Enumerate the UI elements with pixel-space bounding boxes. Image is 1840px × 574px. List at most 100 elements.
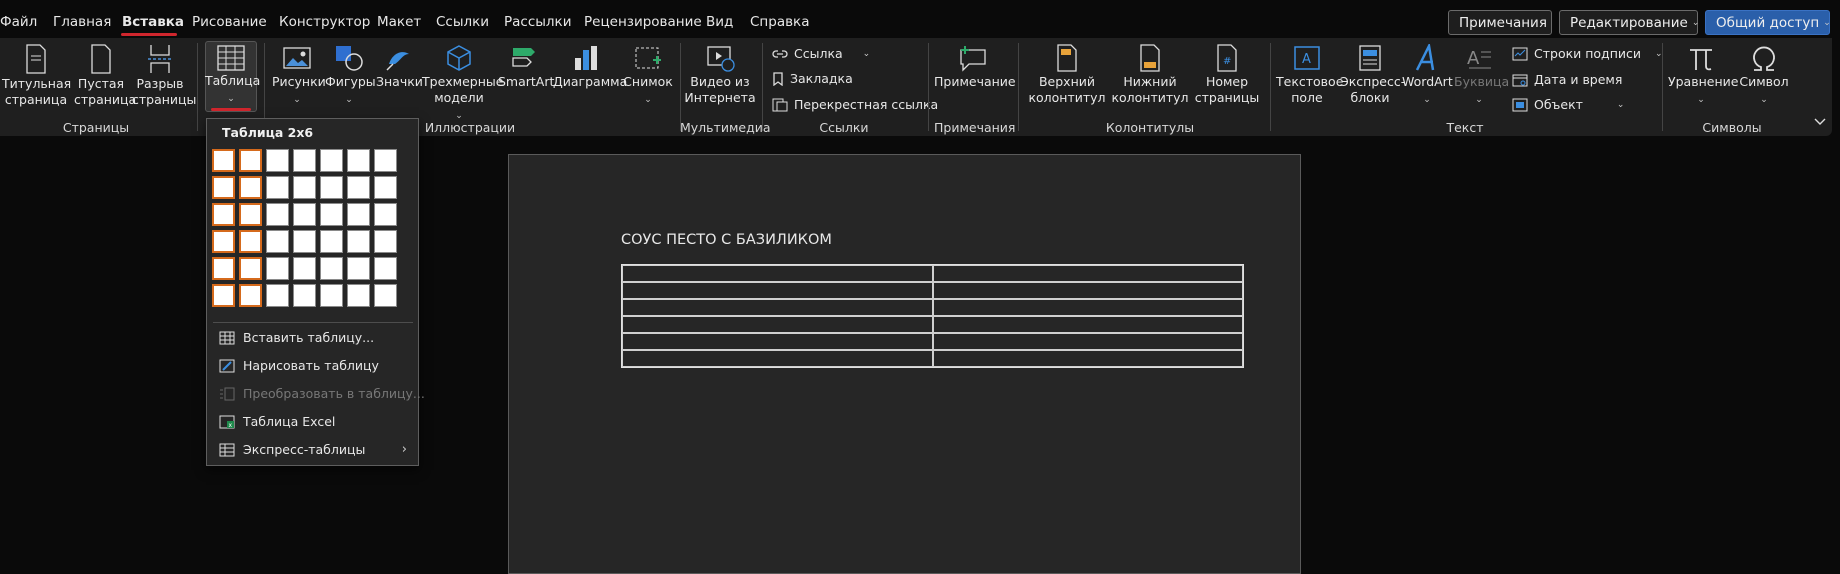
draw-table-menu-item[interactable]: Нарисовать таблицу	[219, 358, 379, 373]
excel-table-menu-item[interactable]: x Таблица Excel	[219, 414, 335, 429]
grid-cell[interactable]	[212, 230, 235, 253]
grid-cell[interactable]	[239, 203, 262, 226]
chart-button[interactable]: Диаграмма	[553, 44, 627, 90]
grid-cell[interactable]	[320, 257, 343, 280]
grid-cell[interactable]	[374, 284, 397, 307]
bookmark-button[interactable]: Закладка	[772, 71, 853, 86]
grid-cell[interactable]	[347, 257, 370, 280]
signature-line-button[interactable]: Строки подписи ⌄	[1512, 46, 1663, 61]
grid-cell[interactable]	[266, 257, 289, 280]
grid-cell[interactable]	[374, 230, 397, 253]
symbol-button[interactable]: Символ ⌄	[1736, 44, 1792, 108]
grid-cell[interactable]	[374, 257, 397, 280]
grid-cell[interactable]	[212, 149, 235, 172]
grid-cell[interactable]	[266, 149, 289, 172]
icons-button[interactable]: Значки	[376, 44, 423, 90]
table-cell[interactable]	[932, 333, 1243, 350]
tab-layout[interactable]: Макет	[377, 14, 421, 30]
grid-cell[interactable]	[212, 176, 235, 199]
smartart-button[interactable]: SmartArt	[498, 44, 554, 90]
grid-cell[interactable]	[239, 230, 262, 253]
grid-cell[interactable]	[320, 149, 343, 172]
grid-cell[interactable]	[320, 203, 343, 226]
grid-cell[interactable]	[266, 176, 289, 199]
tab-file[interactable]: Файл	[0, 14, 37, 30]
document-table[interactable]	[621, 264, 1244, 368]
grid-cell[interactable]	[293, 149, 316, 172]
tab-mailings[interactable]: Рассылки	[504, 14, 571, 30]
quick-parts-button[interactable]: Экспресс-блоки	[1340, 44, 1405, 106]
grid-cell[interactable]	[239, 284, 262, 307]
tab-draw[interactable]: Рисование	[192, 14, 267, 30]
table-cell[interactable]	[622, 299, 933, 316]
table-cell[interactable]	[932, 282, 1243, 299]
date-time-button[interactable]: Дата и время	[1512, 72, 1622, 87]
wordart-button[interactable]: WordArt ⌄	[1402, 44, 1453, 108]
editing-mode-button[interactable]: Редактирование ⌄	[1559, 10, 1699, 35]
shapes-button[interactable]: Фигуры ⌄	[325, 44, 376, 108]
grid-cell[interactable]	[347, 230, 370, 253]
grid-cell[interactable]	[320, 176, 343, 199]
grid-cell[interactable]	[293, 176, 316, 199]
table-cell[interactable]	[932, 265, 1243, 282]
table-size-grid[interactable]	[212, 149, 397, 307]
grid-cell[interactable]	[239, 257, 262, 280]
grid-cell[interactable]	[239, 176, 262, 199]
document-heading[interactable]: СОУС ПЕСТО С БАЗИЛИКОМ	[621, 232, 832, 248]
grid-cell[interactable]	[374, 203, 397, 226]
object-button[interactable]: Объект ⌄	[1512, 97, 1624, 112]
pictures-button[interactable]: Рисунки ⌄	[272, 44, 326, 108]
table-cell[interactable]	[622, 282, 933, 299]
collapse-ribbon-button[interactable]	[1812, 114, 1828, 130]
grid-cell[interactable]	[347, 176, 370, 199]
grid-cell[interactable]	[374, 149, 397, 172]
tab-review[interactable]: Рецензирование	[584, 14, 702, 30]
grid-cell[interactable]	[320, 230, 343, 253]
grid-cell[interactable]	[266, 203, 289, 226]
grid-cell[interactable]	[293, 203, 316, 226]
equation-button[interactable]: Уравнение ⌄	[1668, 44, 1738, 108]
table-cell[interactable]	[622, 265, 933, 282]
tab-references[interactable]: Ссылки	[436, 14, 489, 30]
grid-cell[interactable]	[266, 230, 289, 253]
tab-design[interactable]: Конструктор	[279, 14, 370, 30]
grid-cell[interactable]	[293, 230, 316, 253]
new-comment-button[interactable]: Примечание	[934, 44, 1016, 90]
comments-button[interactable]: Примечания	[1448, 10, 1552, 35]
text-box-button[interactable]: A Текстовое поле	[1276, 44, 1343, 106]
grid-cell[interactable]	[212, 257, 235, 280]
grid-cell[interactable]	[347, 149, 370, 172]
grid-cell[interactable]	[212, 284, 235, 307]
grid-cell[interactable]	[320, 284, 343, 307]
blank-page-button[interactable]: Пустая страница	[74, 44, 136, 108]
footer-button[interactable]: Нижний колонтитул	[1110, 44, 1190, 106]
online-video-button[interactable]: Видео из Интернета	[684, 44, 756, 106]
grid-cell[interactable]	[374, 176, 397, 199]
convert-to-table-menu-item[interactable]: Преобразовать в таблицу...	[219, 386, 425, 401]
cross-reference-button[interactable]: Перекрестная ссылка	[772, 97, 938, 112]
page-number-button[interactable]: # Номер страницы	[1194, 44, 1260, 106]
3d-models-button[interactable]: Трехмерные модели ⌄	[422, 44, 503, 124]
tab-insert[interactable]: Вставка	[122, 14, 184, 30]
cover-page-button[interactable]: Титульная страница	[2, 44, 71, 108]
tab-home[interactable]: Главная	[53, 14, 111, 30]
document-page[interactable]: СОУС ПЕСТО С БАЗИЛИКОМ	[508, 154, 1301, 574]
grid-cell[interactable]	[266, 284, 289, 307]
grid-cell[interactable]	[347, 284, 370, 307]
grid-cell[interactable]	[293, 284, 316, 307]
screenshot-button[interactable]: Снимок ⌄	[621, 44, 675, 108]
grid-cell[interactable]	[347, 203, 370, 226]
header-button[interactable]: Верхний колонтитул	[1028, 44, 1106, 106]
grid-cell[interactable]	[293, 257, 316, 280]
table-button[interactable]: Таблица ⌄	[205, 45, 260, 107]
table-cell[interactable]	[622, 316, 933, 333]
table-cell[interactable]	[932, 350, 1243, 367]
drop-cap-button[interactable]: A Буквица ⌄	[1454, 44, 1509, 108]
grid-cell[interactable]	[212, 203, 235, 226]
table-cell[interactable]	[932, 299, 1243, 316]
tab-view[interactable]: Вид	[706, 14, 733, 30]
tab-help[interactable]: Справка	[750, 14, 809, 30]
table-cell[interactable]	[622, 350, 933, 367]
table-cell[interactable]	[622, 333, 933, 350]
table-cell[interactable]	[932, 316, 1243, 333]
